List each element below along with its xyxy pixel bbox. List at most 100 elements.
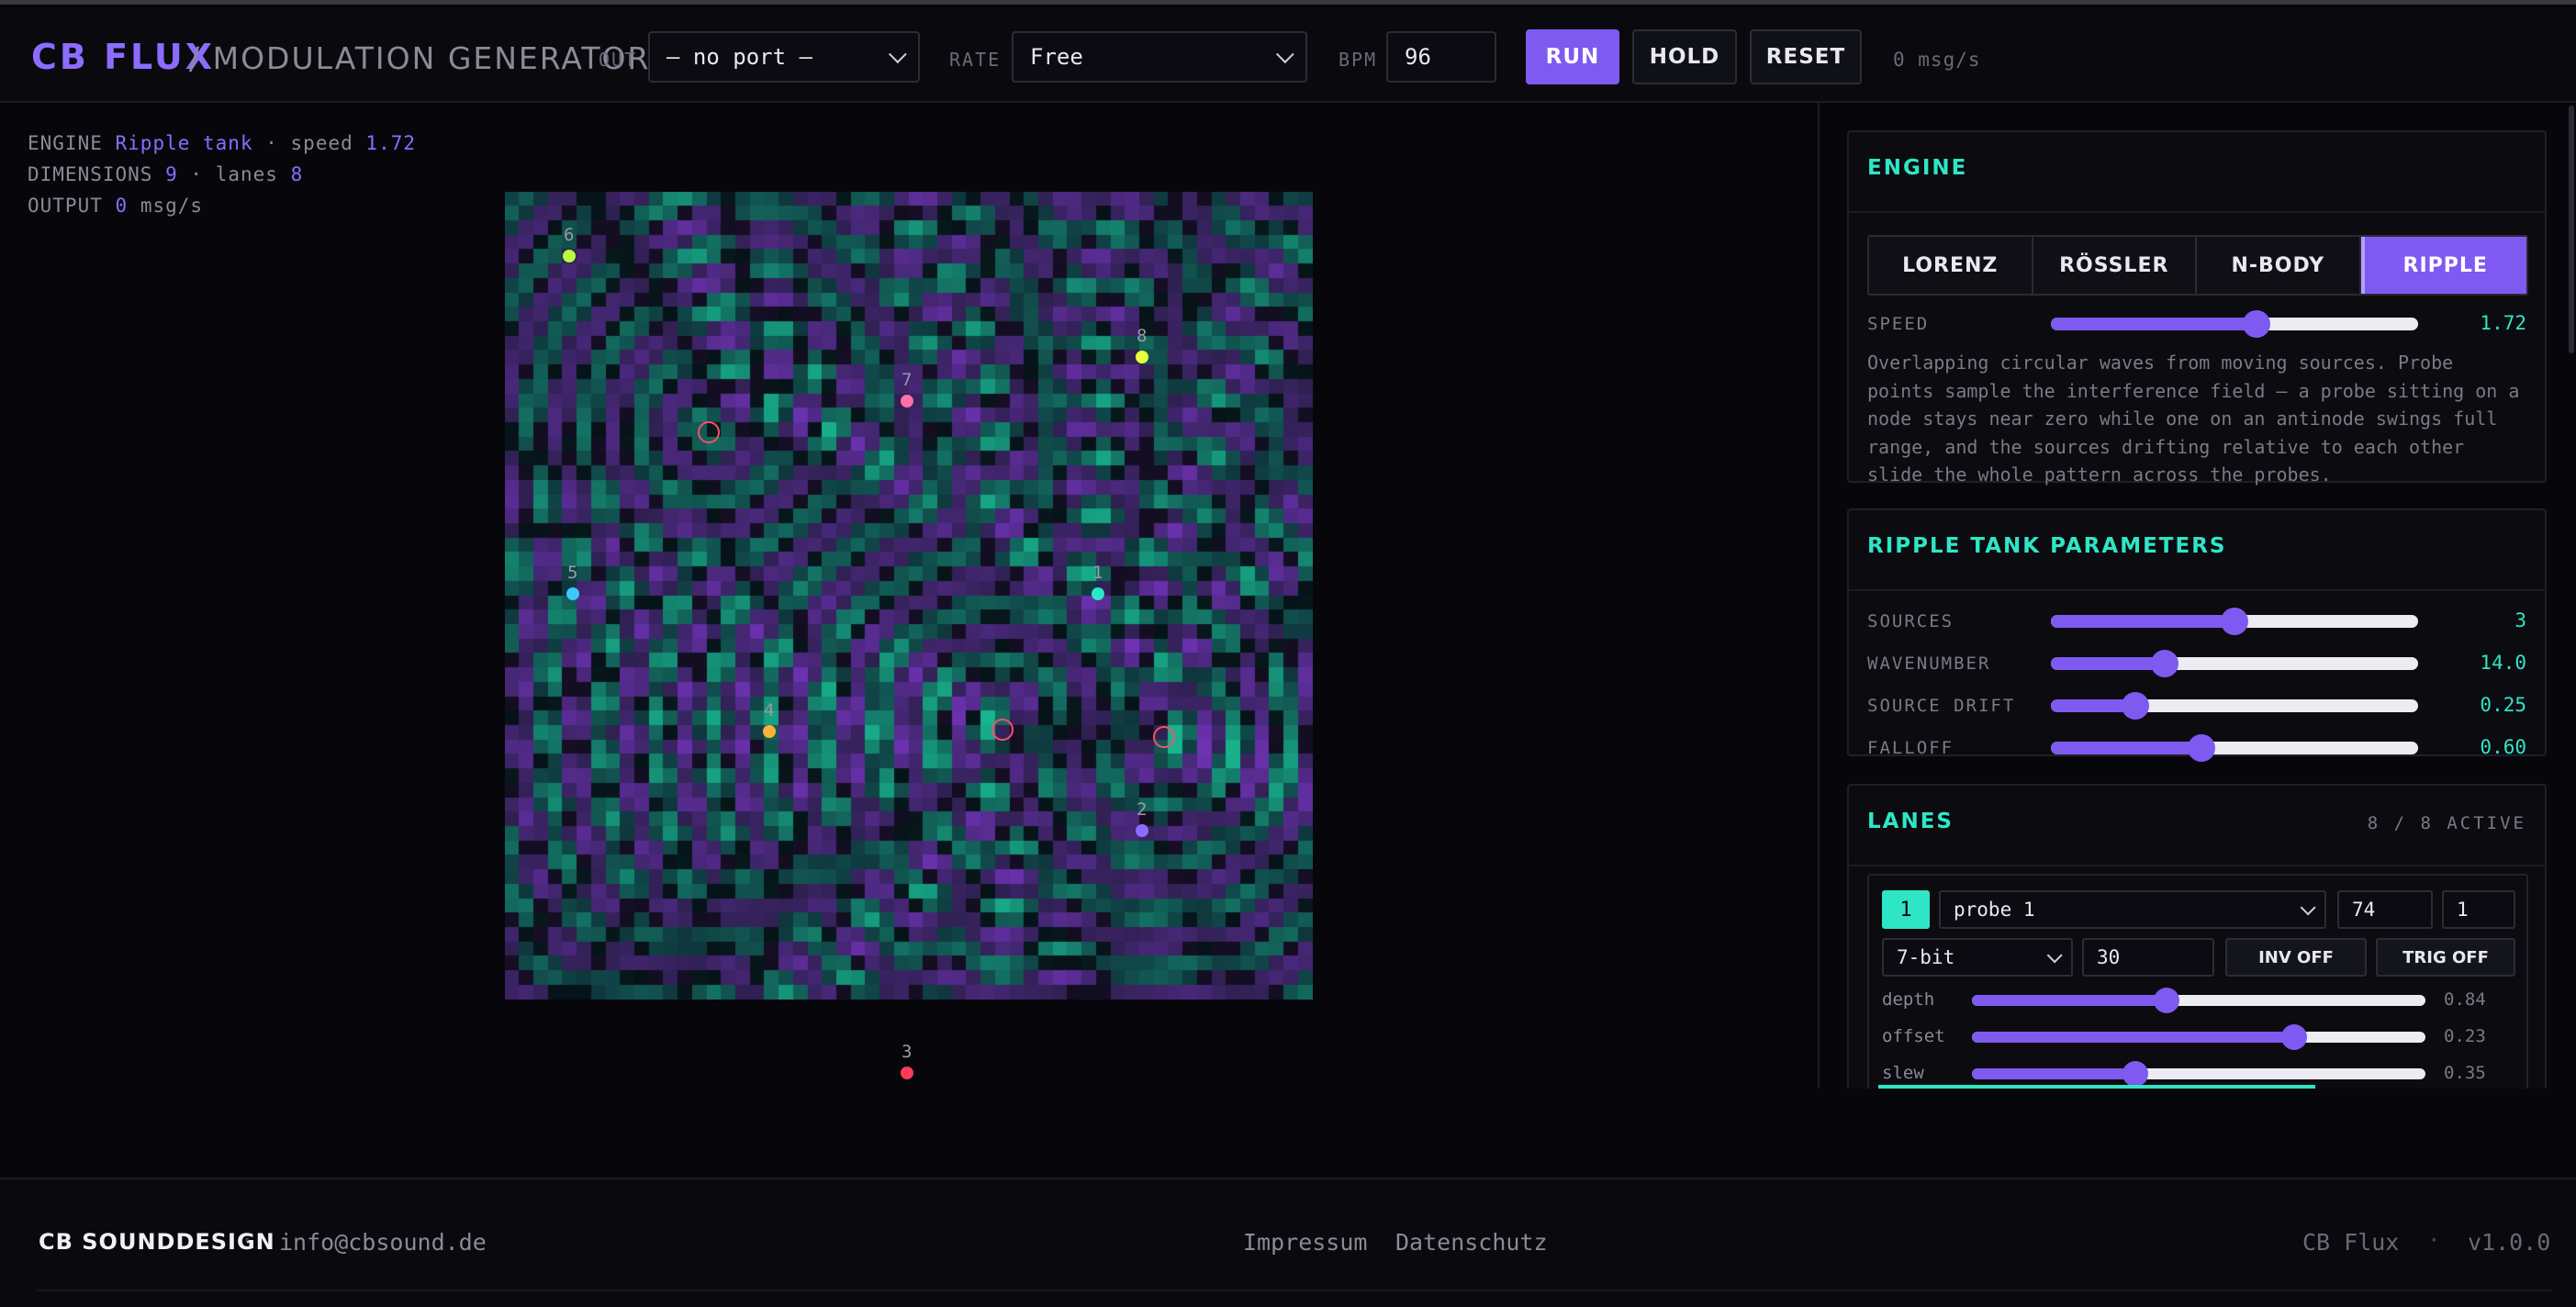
stats-engine-line: ENGINE Ripple tank · speed 1.72 bbox=[28, 128, 416, 159]
chevron-down-icon bbox=[1275, 45, 1294, 64]
engine-mode-nbody[interactable]: N-BODY bbox=[2197, 237, 2361, 294]
stats-output-unit: msg/s bbox=[140, 195, 204, 217]
lane-source-value: probe 1 bbox=[1954, 899, 2035, 921]
probe-point[interactable] bbox=[901, 1067, 913, 1079]
chevron-down-icon bbox=[888, 45, 907, 64]
engine-stats: ENGINE Ripple tank · speed 1.72 DIMENSIO… bbox=[28, 128, 416, 221]
slider-fill bbox=[1972, 995, 2167, 1006]
lane-activity-meter bbox=[1878, 1085, 2315, 1089]
lane-cc-input[interactable]: 74 bbox=[2337, 890, 2433, 929]
engine-mode-rossler[interactable]: RÖSSLER bbox=[2033, 237, 2197, 294]
reset-button[interactable]: RESET bbox=[1750, 29, 1862, 84]
wavenumber-value: 14.0 bbox=[2480, 652, 2526, 674]
wavenumber-slider[interactable] bbox=[2051, 650, 2418, 677]
lane-slew-value: 0.35 bbox=[2444, 1063, 2486, 1083]
footer-datenschutz-link[interactable]: Datenschutz bbox=[1395, 1229, 1548, 1256]
stats-lanes-value: 8 bbox=[290, 163, 304, 185]
lane-depth-slider[interactable] bbox=[1972, 988, 2425, 1013]
rate-select[interactable]: Free bbox=[1012, 31, 1307, 83]
settings-panel[interactable]: ENGINE LORENZ RÖSSLER N-BODY RIPPLE SPEE… bbox=[1818, 103, 2576, 1089]
slider-fill bbox=[2051, 615, 2234, 628]
stats-lanes-label: · lanes bbox=[190, 163, 278, 185]
engine-mode-lorenz[interactable]: LORENZ bbox=[1869, 237, 2033, 294]
lanes-card-title: LANES bbox=[1867, 810, 1954, 833]
sources-label: SOURCES bbox=[1867, 611, 1954, 631]
chevron-down-icon bbox=[2046, 947, 2063, 964]
out-port-value: — no port — bbox=[666, 44, 812, 70]
lane-offset-value: 0.23 bbox=[2444, 1026, 2486, 1046]
source-drift-slider[interactable] bbox=[2051, 692, 2418, 720]
probe-label: 3 bbox=[902, 1042, 913, 1062]
slider-knob[interactable] bbox=[2280, 1024, 2307, 1050]
lane-channel-value: 1 bbox=[2457, 899, 2469, 921]
lane-slew-label: slew bbox=[1882, 1063, 1924, 1083]
ripple-field-canvas[interactable] bbox=[505, 192, 1313, 1000]
sources-slider[interactable] bbox=[2051, 608, 2418, 635]
lane-offset-label: offset bbox=[1882, 1026, 1945, 1046]
brand-logo: CB FLUX bbox=[31, 37, 216, 77]
lane-number-badge[interactable]: 1 bbox=[1882, 890, 1930, 929]
slider-knob[interactable] bbox=[2122, 692, 2149, 720]
lane-offset-slider[interactable] bbox=[1972, 1024, 2425, 1050]
footer-impressum-link[interactable]: Impressum bbox=[1243, 1229, 1367, 1256]
engine-mode-ripple[interactable]: RIPPLE bbox=[2360, 237, 2526, 294]
divider bbox=[1849, 865, 2545, 866]
speed-slider[interactable] bbox=[2051, 310, 2418, 338]
lane-rate-input[interactable]: 30 bbox=[2082, 938, 2214, 977]
lane-resolution-select[interactable]: 7-bit bbox=[1882, 938, 2073, 977]
slider-knob[interactable] bbox=[2188, 734, 2215, 762]
lane-trigger-toggle[interactable]: TRIG OFF bbox=[2376, 938, 2515, 977]
bpm-input[interactable]: 96 bbox=[1386, 31, 1496, 83]
slider-fill bbox=[1972, 1068, 2135, 1079]
stats-engine-label: ENGINE bbox=[28, 132, 103, 154]
footer-version: v1.0.0 bbox=[2468, 1229, 2551, 1256]
engine-mode-selector: LORENZ RÖSSLER N-BODY RIPPLE bbox=[1867, 235, 2528, 296]
falloff-slider[interactable] bbox=[2051, 734, 2418, 762]
stats-dimensions-label: DIMENSIONS bbox=[28, 163, 153, 185]
stats-engine-value: Ripple tank bbox=[115, 132, 253, 154]
lane-source-select[interactable]: probe 1 bbox=[1939, 890, 2326, 929]
ripple-field-view[interactable]: 68751423 bbox=[505, 192, 1313, 1079]
run-button[interactable]: RUN bbox=[1526, 29, 1619, 84]
source-drift-value: 0.25 bbox=[2480, 694, 2526, 716]
lane-rate-value: 30 bbox=[2097, 946, 2121, 968]
divider bbox=[1849, 211, 2545, 213]
stats-speed-value: 1.72 bbox=[365, 132, 416, 154]
slider-knob[interactable] bbox=[2151, 650, 2178, 677]
panel-scrollbar[interactable] bbox=[2569, 106, 2574, 353]
lane-1: 1 probe 1 74 1 7-bit 30 INV OFF TRIG OFF… bbox=[1867, 874, 2528, 1089]
lane-invert-toggle[interactable]: INV OFF bbox=[2225, 938, 2367, 977]
page-title: / MODULATION GENERATOR bbox=[189, 40, 651, 76]
slider-knob[interactable] bbox=[2221, 608, 2248, 635]
footer-separator: · bbox=[2427, 1227, 2441, 1253]
slider-knob[interactable] bbox=[2154, 988, 2180, 1013]
slider-fill bbox=[2051, 657, 2165, 670]
slider-knob[interactable] bbox=[2243, 310, 2270, 338]
lane-slew-slider[interactable] bbox=[1972, 1061, 2425, 1087]
divider bbox=[1849, 589, 2545, 591]
stats-output-label: OUTPUT bbox=[28, 195, 103, 217]
lane-cc-value: 74 bbox=[2352, 899, 2376, 921]
lane-depth-label: depth bbox=[1882, 989, 1935, 1010]
slider-fill bbox=[2051, 318, 2257, 330]
wavenumber-label: WAVENUMBER bbox=[1867, 654, 1991, 674]
engine-card-title: ENGINE bbox=[1867, 156, 1968, 180]
divider bbox=[37, 1290, 2552, 1291]
stats-output-value: 0 bbox=[115, 195, 129, 217]
source-drift-label: SOURCE DRIFT bbox=[1867, 696, 2016, 716]
rate-value: Free bbox=[1030, 44, 1083, 70]
bpm-label: BPM bbox=[1338, 49, 1378, 71]
falloff-value: 0.60 bbox=[2480, 736, 2526, 758]
falloff-label: FALLOFF bbox=[1867, 738, 1954, 758]
stats-dimensions-value: 9 bbox=[165, 163, 178, 185]
out-port-select[interactable]: — no port — bbox=[648, 31, 920, 83]
hold-button[interactable]: HOLD bbox=[1632, 29, 1737, 84]
speed-label: SPEED bbox=[1867, 314, 1930, 334]
engine-card: ENGINE LORENZ RÖSSLER N-BODY RIPPLE SPEE… bbox=[1847, 130, 2547, 486]
slider-knob[interactable] bbox=[2122, 1061, 2148, 1087]
bpm-value: 96 bbox=[1405, 44, 1431, 70]
lane-channel-input[interactable]: 1 bbox=[2442, 890, 2515, 929]
sources-value: 3 bbox=[2514, 609, 2526, 631]
footer-email-link[interactable]: info@cbsound.de bbox=[279, 1229, 487, 1256]
stats-speed-label: · speed bbox=[265, 132, 353, 154]
